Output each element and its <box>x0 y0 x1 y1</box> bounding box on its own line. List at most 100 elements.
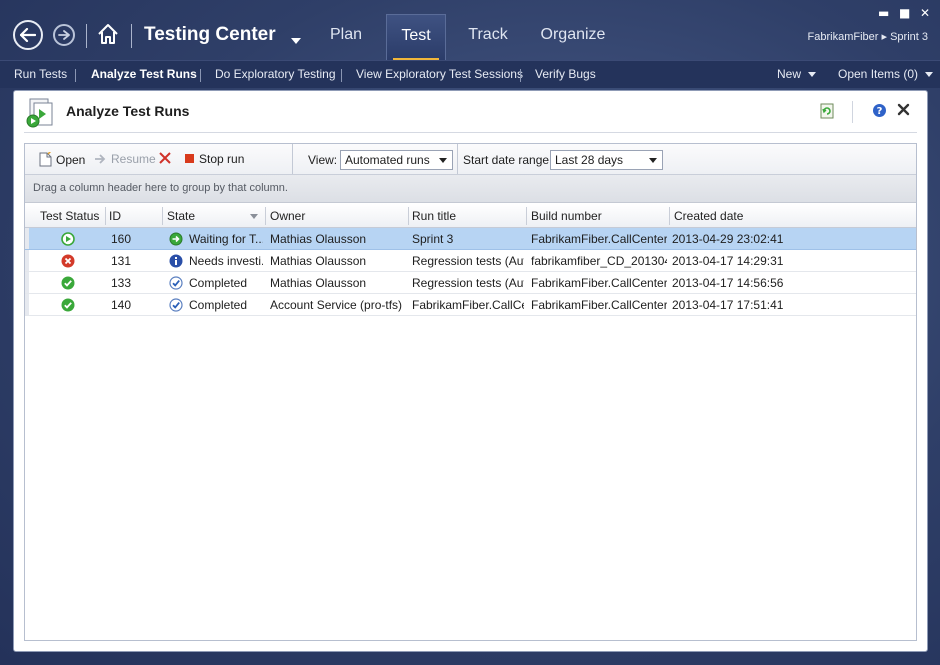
tab-track[interactable]: Track <box>460 14 516 60</box>
test-runs-grid: Test Status ID State Owner Run title Bui… <box>25 204 916 316</box>
divider <box>86 24 87 48</box>
column-header-state[interactable]: State <box>167 209 195 223</box>
column-header-build-number[interactable]: Build number <box>531 209 602 223</box>
title-dropdown-button[interactable] <box>291 33 301 47</box>
table-row[interactable]: 160 Waiting for T... Mathias Olausson Sp… <box>25 228 916 250</box>
open-button[interactable]: Open <box>39 152 85 167</box>
subnav-run-tests[interactable]: Run Tests <box>14 67 67 81</box>
toolbar: Open Resume Stop run View: Automated run… <box>25 144 916 175</box>
close-icon <box>897 103 910 116</box>
column-header-owner[interactable]: Owner <box>270 209 305 223</box>
arrow-right-icon <box>58 30 70 40</box>
tab-label: Organize <box>540 26 606 43</box>
subnav-do-exploratory-testing[interactable]: Do Exploratory Testing <box>215 67 336 81</box>
column-resize-handle[interactable] <box>105 207 106 225</box>
cell-owner: Mathias Olausson <box>270 232 367 246</box>
divider <box>131 24 132 48</box>
cell-id: 160 <box>111 232 132 246</box>
chevron-down-icon <box>439 158 447 163</box>
new-menu-button[interactable]: New <box>777 67 817 81</box>
table-row[interactable]: 133 Completed Mathias Olausson Regressio… <box>25 272 916 294</box>
column-resize-handle[interactable] <box>265 207 266 225</box>
chevron-down-icon <box>649 158 657 163</box>
breadcrumb[interactable]: FabrikamFiber ▸ Sprint 3 <box>808 30 928 43</box>
tab-test[interactable]: Test <box>386 14 446 61</box>
stop-run-label: Stop run <box>199 152 245 166</box>
divider <box>24 132 917 133</box>
info-state-icon <box>169 254 183 268</box>
tab-plan[interactable]: Plan <box>320 14 372 60</box>
stop-run-button[interactable]: Stop run <box>185 152 244 166</box>
tab-label: Test <box>401 27 431 44</box>
maximize-button[interactable]: ■ <box>899 6 910 20</box>
row-selector[interactable] <box>25 228 29 249</box>
divider <box>341 69 342 82</box>
chevron-down-icon <box>808 72 817 78</box>
tab-label: Track <box>468 26 508 43</box>
title-bar: Testing Center Plan Test Track Organize … <box>0 0 940 61</box>
cell-build-number: FabrikamFiber.CallCenter.... <box>531 276 667 290</box>
cell-run-title: Regression tests (Aut... <box>412 254 524 268</box>
column-resize-handle[interactable] <box>526 207 527 225</box>
chevron-down-icon <box>925 72 934 78</box>
cell-build-number: FabrikamFiber.CallCenter.... <box>531 232 667 246</box>
home-button[interactable] <box>96 22 120 49</box>
cell-id: 131 <box>111 254 132 268</box>
column-header-test-status[interactable]: Test Status <box>40 209 99 223</box>
divider <box>75 69 76 82</box>
chevron-down-icon <box>291 38 301 44</box>
cell-created-date: 2013-04-17 14:29:31 <box>672 254 784 268</box>
start-date-range-select[interactable]: Last 28 days <box>550 150 663 170</box>
cell-created-date: 2013-04-17 14:56:56 <box>672 276 784 290</box>
subnav-verify-bugs[interactable]: Verify Bugs <box>535 67 596 81</box>
tab-label: Plan <box>329 26 363 43</box>
tab-organize[interactable]: Organize <box>535 14 611 60</box>
refresh-icon <box>820 103 834 119</box>
refresh-button[interactable] <box>820 103 834 122</box>
cell-owner: Mathias Olausson <box>270 254 367 268</box>
waiting-state-icon <box>169 232 183 246</box>
view-value: Automated runs <box>345 153 430 167</box>
help-button[interactable]: ? <box>872 103 887 121</box>
cell-state: Waiting for T... <box>189 232 263 246</box>
completed-state-icon <box>169 298 183 312</box>
column-header-created-date[interactable]: Created date <box>674 209 743 223</box>
column-resize-handle[interactable] <box>162 207 163 225</box>
cell-state: Completed <box>189 276 248 290</box>
cell-owner: Account Service (pro-tfs) <box>270 298 403 312</box>
sub-navigation: Run Tests Analyze Test Runs Do Explorato… <box>0 60 940 88</box>
column-resize-handle[interactable] <box>408 207 409 225</box>
cell-created-date: 2013-04-29 23:02:41 <box>672 232 784 246</box>
cell-owner: Mathias Olausson <box>270 276 367 290</box>
delete-icon <box>159 152 171 164</box>
table-row[interactable]: 131 Needs investi... Mathias Olausson Re… <box>25 250 916 272</box>
view-select[interactable]: Automated runs <box>340 150 453 170</box>
test-run-icon <box>25 97 55 132</box>
open-label: Open <box>56 152 86 167</box>
back-button[interactable] <box>13 20 43 50</box>
group-by-drop-area[interactable]: Drag a column header here to group by th… <box>25 175 916 203</box>
resume-button[interactable]: Resume <box>93 152 156 166</box>
minimize-button[interactable]: ▬ <box>878 6 889 20</box>
column-header-run-title[interactable]: Run title <box>412 209 456 223</box>
close-window-button[interactable]: ✕ <box>920 6 930 20</box>
column-header-id[interactable]: ID <box>109 209 121 223</box>
delete-button[interactable] <box>159 152 171 164</box>
open-items-label: Open Items (0) <box>838 67 919 81</box>
row-selector[interactable] <box>25 294 29 315</box>
row-selector[interactable] <box>25 250 29 271</box>
divider <box>200 69 201 82</box>
close-panel-button[interactable] <box>897 103 910 119</box>
cell-id: 140 <box>111 298 132 312</box>
table-row[interactable]: 140 Completed Account Service (pro-tfs) … <box>25 294 916 316</box>
forward-button[interactable] <box>53 24 75 46</box>
open-items-menu-button[interactable]: Open Items (0) <box>838 67 934 81</box>
panel-header: Analyze Test Runs ? <box>14 91 927 133</box>
row-selector[interactable] <box>25 272 29 293</box>
subnav-analyze-test-runs[interactable]: Analyze Test Runs <box>91 67 197 81</box>
cell-build-number: fabrikamfiber_CD_201304... <box>531 254 667 268</box>
grid-header: Test Status ID State Owner Run title Bui… <box>25 204 916 228</box>
group-hint: Drag a column header here to group by th… <box>33 182 288 194</box>
column-resize-handle[interactable] <box>669 207 670 225</box>
subnav-view-exploratory-sessions[interactable]: View Exploratory Test Sessions <box>356 67 523 81</box>
